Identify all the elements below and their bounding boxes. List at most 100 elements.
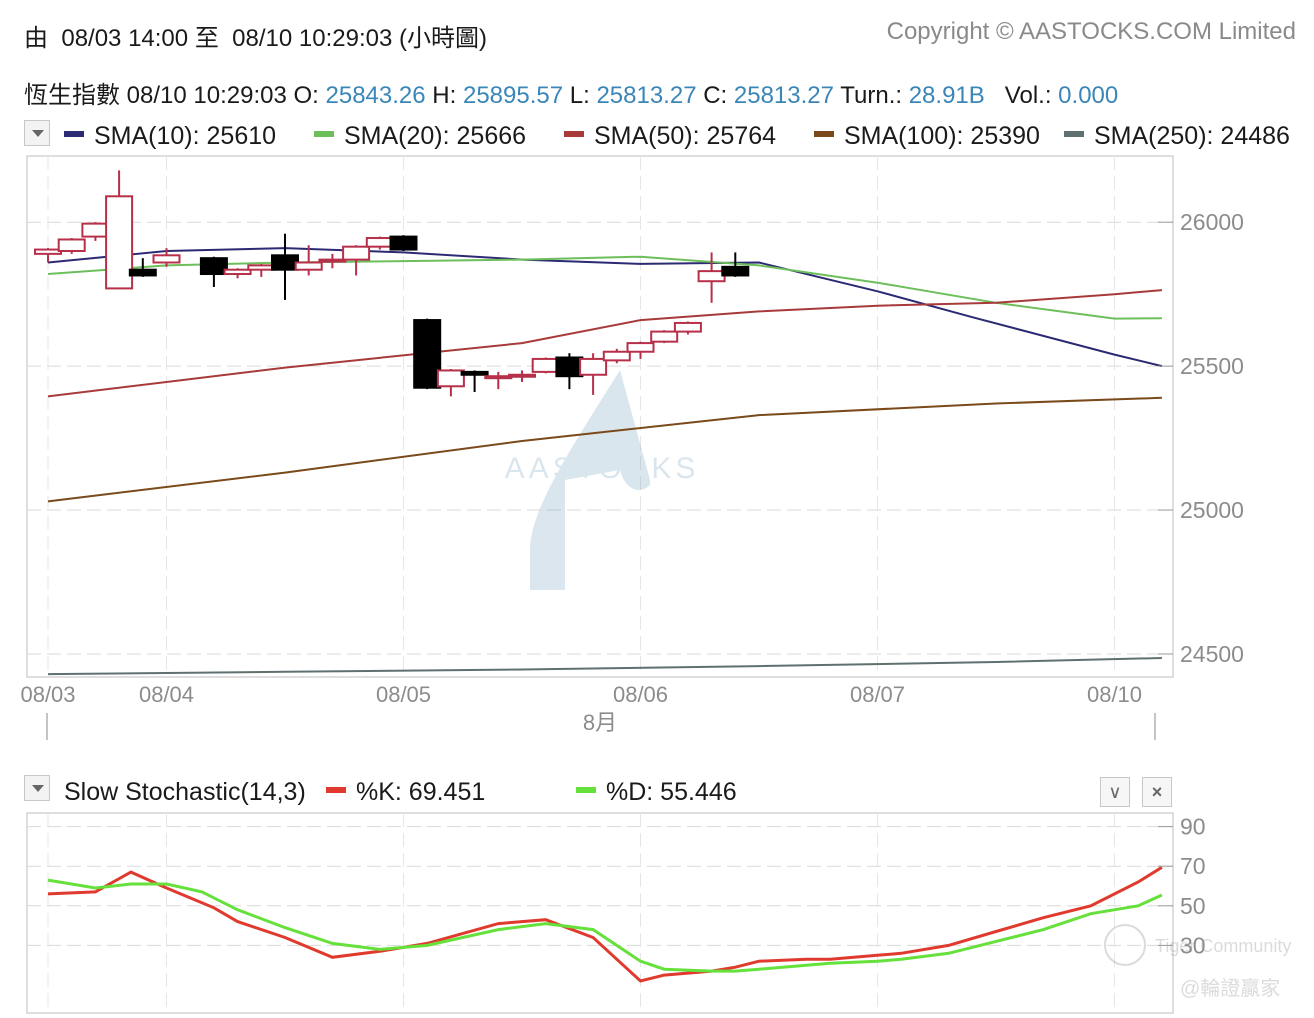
- quote-time: 08/10 10:29:03: [126, 82, 287, 109]
- sma-legend-100: SMA(100): 25390: [814, 122, 1040, 151]
- stoch-y-tick-label: 90: [1180, 814, 1206, 840]
- candle-body: [152, 254, 181, 264]
- sma50-swatch: [564, 131, 584, 138]
- range-from: 08/03 14:00: [61, 25, 189, 52]
- range-prefix: 由: [24, 25, 48, 52]
- sma-legend-250: SMA(250): 24486: [1064, 122, 1290, 151]
- range-mode: (小時圖): [398, 25, 487, 52]
- candle-body: [508, 373, 536, 378]
- turn-value: 28.91B: [908, 82, 985, 109]
- stoch-k-label: %K: 69.451: [356, 778, 486, 806]
- price-x-tick-label: 08/05: [376, 682, 431, 707]
- watermark-text: AASTOCKS: [505, 452, 700, 485]
- candle-body: [81, 222, 110, 238]
- vol-value: 0.000: [1058, 82, 1119, 109]
- range-label: 由 08/03 14:00 至 08/10 10:29:03 (小時圖): [24, 18, 487, 53]
- close-label: C:: [703, 82, 728, 109]
- candle-body: [721, 265, 750, 277]
- sma20-swatch: [314, 131, 334, 138]
- price-x-tick-label: 08/10: [1087, 682, 1142, 707]
- candle-body: [650, 330, 679, 343]
- stoch-d-legend: %D: 55.446: [576, 778, 737, 807]
- tiger-text: Tiger Community: [1155, 936, 1291, 956]
- sma250-label: SMA(250): 24486: [1094, 122, 1290, 150]
- candle-body: [555, 356, 584, 378]
- open-label: O:: [293, 82, 319, 109]
- candle-body: [413, 319, 442, 389]
- low-label: L:: [569, 82, 590, 109]
- candle-body: [365, 237, 394, 248]
- price-y-tick-label: 24500: [1180, 641, 1244, 667]
- candle-body: [247, 264, 276, 271]
- stoch-dropdown[interactable]: [24, 775, 50, 801]
- stoch-d-label: %D: 55.446: [606, 778, 737, 806]
- price-y-tick-label: 25500: [1180, 353, 1244, 379]
- stoch-chart: 90705030 Tiger Community @輪證贏家: [26, 812, 1291, 1014]
- stoch-k-legend: %K: 69.451: [326, 778, 485, 807]
- sma250-swatch: [1064, 131, 1084, 138]
- stoch-k-swatch: [326, 787, 346, 794]
- stoch-y-tick-label: 70: [1180, 853, 1206, 879]
- sma-legend-10: SMA(10): 25610: [64, 122, 276, 151]
- candle-body: [626, 342, 655, 353]
- candle-body: [436, 369, 465, 388]
- candle-body: [531, 357, 560, 373]
- close-value: 25813.27: [733, 82, 834, 109]
- candle-body: [673, 321, 702, 333]
- vol-label: Vol.:: [1004, 82, 1052, 109]
- candle-body: [271, 254, 299, 271]
- high-value: 25895.57: [462, 82, 564, 109]
- sma-legend-50: SMA(50): 25764: [564, 122, 776, 151]
- sma10-swatch: [64, 131, 84, 138]
- candle-body: [460, 370, 489, 376]
- close-icon: ×: [1151, 782, 1163, 802]
- sma100-swatch: [814, 131, 834, 138]
- candle-body: [389, 235, 418, 251]
- price-y-tick-label: 26000: [1180, 209, 1244, 235]
- sma-legend-20: SMA(20): 25666: [314, 122, 526, 151]
- collapse-button[interactable]: ∨: [1100, 777, 1130, 807]
- candle-body: [602, 350, 631, 362]
- month-label: 8月: [583, 710, 617, 735]
- high-label: H:: [432, 82, 457, 109]
- price-x-tick-label: 08/06: [613, 682, 668, 707]
- range-to-word: 至: [194, 25, 219, 52]
- price-y-tick-label: 25000: [1180, 497, 1244, 523]
- stoch-d-swatch: [576, 787, 596, 794]
- candle-body: [105, 195, 134, 290]
- chevron-down-icon: ∨: [1108, 782, 1122, 802]
- candle-body: [34, 248, 62, 255]
- candle-body: [579, 357, 608, 376]
- price-chart: AASTOCKS 26000 25500 25000 24500 08/03 08/04…: [20, 155, 1244, 740]
- stoch-title: Slow Stochastic(14,3): [64, 778, 306, 806]
- range-to: 08/10 10:29:03: [232, 25, 393, 52]
- stoch-y-tick-label: 50: [1180, 893, 1206, 919]
- sma50-label: SMA(50): 25764: [594, 122, 777, 150]
- open-value: 25843.26: [325, 82, 426, 109]
- candle-body: [223, 268, 252, 276]
- candle-body: [57, 238, 86, 252]
- candle-body: [199, 257, 228, 276]
- sma10-label: SMA(10): 25610: [94, 122, 277, 150]
- candle-body: [128, 268, 157, 277]
- candle-body: [342, 245, 371, 261]
- price-x-axis: 08/03 08/04 08/05 08/06 08/07 08/10 8月: [20, 682, 1156, 740]
- close-button[interactable]: ×: [1142, 777, 1172, 807]
- sma20-label: SMA(20): 25666: [344, 122, 527, 150]
- price-x-tick-label: 08/07: [850, 682, 905, 707]
- main-chart-dropdown[interactable]: [24, 120, 50, 146]
- turn-label: Turn.:: [840, 82, 903, 109]
- sma100-label: SMA(100): 25390: [844, 122, 1040, 150]
- price-x-tick-label: 08/04: [139, 682, 194, 707]
- stoch-plot-frame: [26, 812, 1174, 1014]
- candle-body: [294, 261, 323, 271]
- copyright: Copyright © AASTOCKS.COM Limited: [886, 18, 1296, 45]
- candle-body: [484, 375, 513, 380]
- author-text: @輪證贏家: [1180, 977, 1280, 1000]
- candle-body: [697, 270, 726, 283]
- index-name: 恆生指數: [24, 82, 120, 109]
- quote-line: 恆生指數 08/10 10:29:03 O: 25843.26 H: 25895…: [24, 75, 1118, 110]
- price-x-tick-label: 08/03: [20, 682, 75, 707]
- low-value: 25813.27: [596, 82, 697, 109]
- candle-body: [318, 258, 347, 263]
